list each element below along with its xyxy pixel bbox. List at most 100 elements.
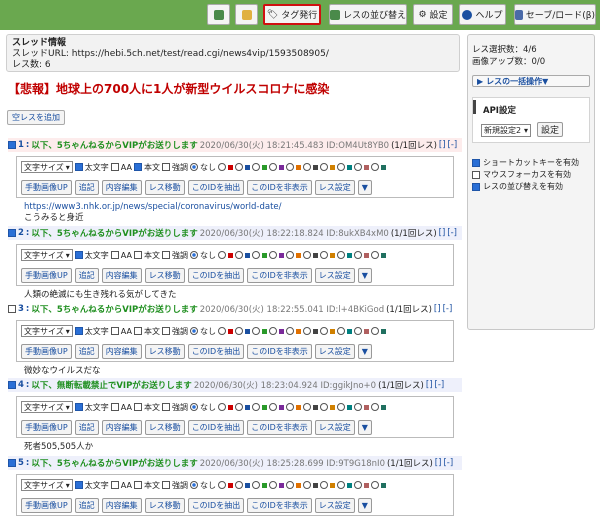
image-toolbar-button[interactable] — [207, 4, 230, 25]
post-action-button[interactable]: このIDを抽出 — [187, 497, 245, 513]
more-options-button[interactable]: ▼ — [357, 179, 372, 195]
post-action-button[interactable]: 内容編集 — [101, 343, 142, 359]
add-empty-response-button[interactable]: 空レスを追加 — [7, 110, 65, 125]
color-radio[interactable] — [370, 251, 379, 259]
color-radio[interactable] — [353, 327, 362, 335]
post-action-button[interactable]: このIDを非表示 — [247, 343, 312, 359]
color-radio[interactable] — [217, 251, 226, 259]
color-radio[interactable] — [353, 163, 362, 171]
color-radio[interactable] — [251, 481, 260, 489]
api-settings-button[interactable]: 設定 — [537, 122, 564, 137]
bold-checkbox[interactable] — [74, 481, 83, 489]
option-mouse-focus[interactable]: マウスフォーカスを有効 — [472, 169, 571, 180]
color-radio[interactable] — [285, 163, 294, 171]
more-options-button[interactable]: ▼ — [357, 497, 372, 513]
post-action-button[interactable]: 内容編集 — [101, 267, 142, 283]
post-link[interactable]: https://www3.nhk.or.jp/news/special/coro… — [24, 202, 282, 213]
post-action-button[interactable]: 手動画像UP — [21, 343, 72, 359]
color-radio[interactable] — [285, 251, 294, 259]
post-action-button[interactable]: レス設定 — [314, 497, 355, 513]
color-radio[interactable] — [336, 481, 345, 489]
color-radio[interactable] — [302, 481, 311, 489]
color-radio[interactable] — [336, 251, 345, 259]
color-radio[interactable] — [336, 163, 345, 171]
color-radio[interactable] — [319, 327, 328, 335]
emphasis-checkbox[interactable] — [161, 403, 170, 411]
font-size-select[interactable]: 文字サイズ ▾ — [21, 161, 73, 173]
post-select-checkbox[interactable] — [8, 381, 16, 389]
color-none-radio[interactable] — [189, 251, 198, 259]
color-radio[interactable] — [353, 481, 362, 489]
color-none-radio[interactable] — [189, 481, 198, 489]
bold-checkbox[interactable] — [74, 327, 83, 335]
font-size-select[interactable]: 文字サイズ ▾ — [21, 401, 73, 413]
body-checkbox[interactable] — [133, 481, 142, 489]
color-radio[interactable] — [217, 481, 226, 489]
color-radio[interactable] — [268, 327, 277, 335]
post-action-button[interactable]: レス移動 — [144, 179, 185, 195]
post-action-button[interactable]: レス設定 — [314, 343, 355, 359]
post-select-checkbox[interactable] — [8, 141, 16, 149]
post-action-button[interactable]: 追記 — [74, 179, 99, 195]
color-radio[interactable] — [234, 403, 243, 411]
color-radio[interactable] — [370, 327, 379, 335]
color-radio[interactable] — [353, 403, 362, 411]
post-select-checkbox[interactable] — [8, 459, 16, 467]
post-select-checkbox[interactable] — [8, 229, 16, 237]
font-size-select[interactable]: 文字サイズ ▾ — [21, 249, 73, 261]
post-action-button[interactable]: 手動画像UP — [21, 497, 72, 513]
post-action-button[interactable]: レス設定 — [314, 267, 355, 283]
emphasis-checkbox[interactable] — [161, 481, 170, 489]
post-action-button[interactable]: このIDを抽出 — [187, 419, 245, 435]
color-radio[interactable] — [234, 163, 243, 171]
option-shortcut[interactable]: ショートカットキーを有効 — [472, 157, 579, 168]
color-radio[interactable] — [217, 327, 226, 335]
color-radio[interactable] — [251, 163, 260, 171]
color-radio[interactable] — [217, 403, 226, 411]
bulk-operation-button[interactable]: ▶ レスの一括操作▼ — [472, 75, 590, 87]
bold-checkbox[interactable] — [74, 403, 83, 411]
option-sort[interactable]: レスの並び替えを有効 — [472, 181, 563, 192]
color-radio[interactable] — [370, 403, 379, 411]
color-radio[interactable] — [285, 327, 294, 335]
post-action-button[interactable]: 内容編集 — [101, 179, 142, 195]
post-action-button[interactable]: このIDを抽出 — [187, 267, 245, 283]
color-radio[interactable] — [268, 481, 277, 489]
color-radio[interactable] — [234, 327, 243, 335]
aa-checkbox[interactable] — [110, 163, 119, 171]
color-radio[interactable] — [302, 403, 311, 411]
body-checkbox[interactable] — [133, 163, 142, 171]
aa-checkbox[interactable] — [110, 327, 119, 335]
color-radio[interactable] — [302, 327, 311, 335]
post-action-button[interactable]: このIDを抽出 — [187, 343, 245, 359]
color-radio[interactable] — [251, 251, 260, 259]
color-none-radio[interactable] — [189, 163, 198, 171]
color-radio[interactable] — [217, 163, 226, 171]
bold-checkbox[interactable] — [74, 163, 83, 171]
sort-responses-button[interactable]: レスの並び替え — [329, 4, 407, 25]
color-radio[interactable] — [370, 481, 379, 489]
color-radio[interactable] — [319, 481, 328, 489]
color-radio[interactable] — [370, 163, 379, 171]
post-action-button[interactable]: 内容編集 — [101, 419, 142, 435]
post-action-button[interactable]: レス移動 — [144, 419, 185, 435]
post-action-button[interactable]: 追記 — [74, 419, 99, 435]
post-action-button[interactable]: 追記 — [74, 267, 99, 283]
color-radio[interactable] — [251, 403, 260, 411]
color-radio[interactable] — [302, 251, 311, 259]
aa-checkbox[interactable] — [110, 403, 119, 411]
color-radio[interactable] — [268, 163, 277, 171]
bold-checkbox[interactable] — [74, 251, 83, 259]
post-action-button[interactable]: このIDを非表示 — [247, 267, 312, 283]
color-radio[interactable] — [268, 403, 277, 411]
color-radio[interactable] — [285, 481, 294, 489]
font-size-select[interactable]: 文字サイズ ▾ — [21, 479, 73, 491]
color-radio[interactable] — [319, 163, 328, 171]
emphasis-checkbox[interactable] — [161, 327, 170, 335]
more-options-button[interactable]: ▼ — [357, 267, 372, 283]
color-radio[interactable] — [319, 251, 328, 259]
color-radio[interactable] — [285, 403, 294, 411]
more-options-button[interactable]: ▼ — [357, 419, 372, 435]
emphasis-checkbox[interactable] — [161, 163, 170, 171]
save-load-button[interactable]: セーブ/ロード(β) — [514, 4, 596, 25]
